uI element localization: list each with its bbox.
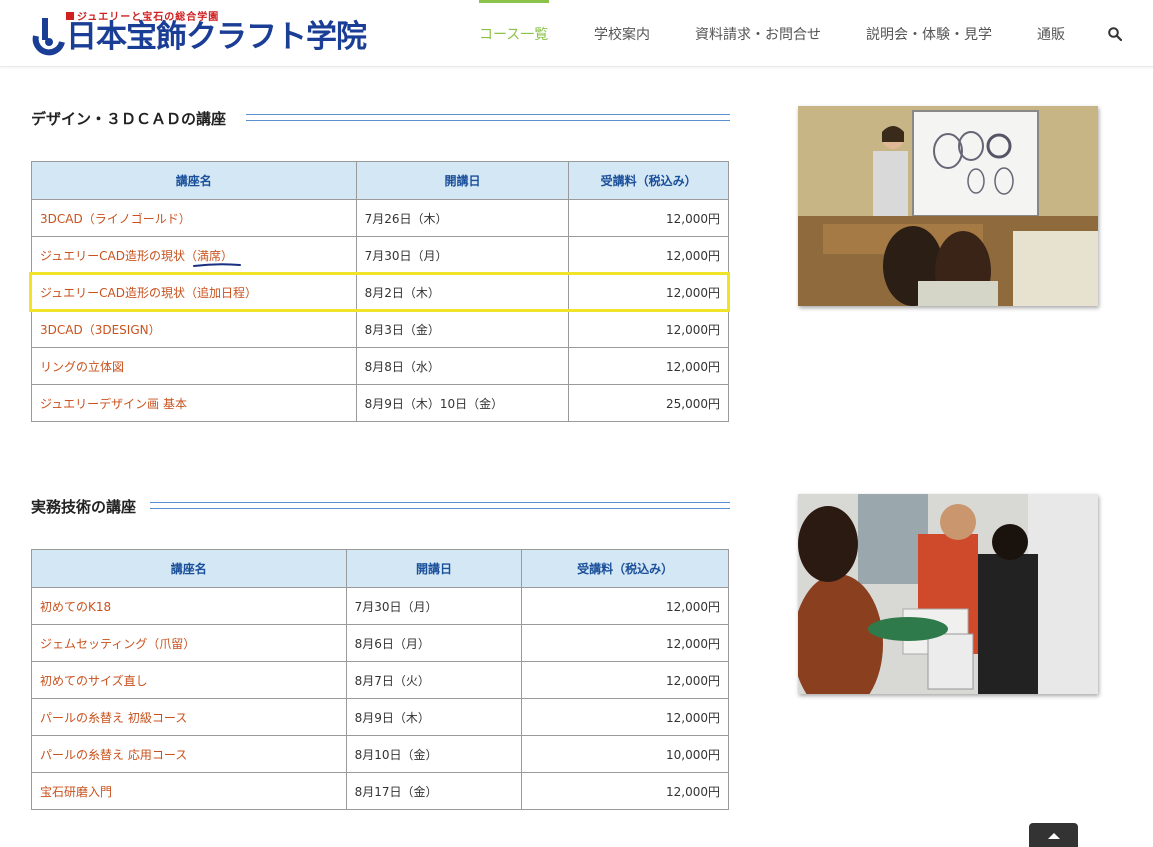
column-header-course-name: 講座名 — [31, 161, 357, 200]
column-header-date: 開講日 — [355, 161, 570, 200]
course-name-link[interactable]: ジェムセッティング（爪留） — [31, 624, 347, 662]
table-row: ジュエリーCAD造形の現状（追加日程） 8月2日（木） 12,000円 — [31, 273, 729, 311]
chevron-up-icon — [1048, 833, 1060, 839]
course-fee: 12,000円 — [521, 624, 729, 662]
course-fee: 12,000円 — [521, 772, 729, 810]
back-to-top-button[interactable] — [1029, 823, 1078, 847]
table-row: リングの立体図 8月8日（水） 12,000円 — [31, 347, 729, 385]
table-row: パールの糸替え 応用コース 8月10日（金） 10,000円 — [31, 735, 729, 773]
column-header-fee: 受講料（税込み） — [568, 161, 729, 200]
nav-item-inquiry[interactable]: 資料請求・お問合せ — [695, 24, 821, 44]
course-date: 8月9日（木）10日（金） — [355, 384, 570, 422]
column-header-date: 開講日 — [345, 549, 523, 588]
table-row: 3DCAD（3DESIGN） 8月3日（金） 12,000円 — [31, 310, 729, 348]
classroom-photo — [798, 106, 1098, 306]
course-fee: 12,000円 — [521, 698, 729, 736]
table-row: 宝石研磨入門 8月17日（金） 12,000円 — [31, 772, 729, 810]
table-row: ジュエリーデザイン画 基本 8月9日（木）10日（金） 25,000円 — [31, 384, 729, 422]
course-date: 7月30日（月） — [355, 236, 570, 274]
course-date: 7月26日（木） — [355, 199, 570, 237]
section-title-rule — [246, 114, 730, 121]
logo-name: 日本宝飾クラフト学院 — [66, 19, 367, 55]
course-name-link[interactable]: 3DCAD（3DESIGN） — [31, 310, 357, 348]
course-table-practical: 講座名 開講日 受講料（税込み） 初めてのK18 7月30日（月） 12,000… — [31, 549, 729, 810]
course-name-link[interactable]: パールの糸替え 応用コース — [31, 735, 347, 773]
course-date: 8月9日（木） — [345, 698, 523, 736]
table-row: ジェムセッティング（爪留） 8月6日（月） 12,000円 — [31, 624, 729, 662]
section-title-practical-skills: 実務技術の講座 — [31, 498, 137, 516]
site-logo[interactable]: ジュエリーと宝石の総合学園 日本宝飾クラフト学院 — [32, 8, 367, 58]
course-fee: 12,000円 — [568, 273, 729, 311]
course-fee: 12,000円 — [568, 199, 729, 237]
section-title-design-3dcad: デザイン・３ＤＣＡＤの講座 — [31, 110, 227, 128]
table-header-row: 講座名 開講日 受講料（税込み） — [31, 161, 729, 200]
nav-item-school-info[interactable]: 学校案内 — [594, 24, 650, 44]
course-date: 8月6日（月） — [345, 624, 523, 662]
table-header-row: 講座名 開講日 受講料（税込み） — [31, 549, 729, 588]
course-fee: 12,000円 — [568, 236, 729, 274]
table-row: パールの糸替え 初級コース 8月9日（木） 12,000円 — [31, 698, 729, 736]
course-date: 8月3日（金） — [355, 310, 570, 348]
course-date: 8月7日（火） — [345, 661, 523, 699]
table-row: 初めてのサイズ直し 8月7日（火） 12,000円 — [31, 661, 729, 699]
course-name-link[interactable]: パールの糸替え 初級コース — [31, 698, 347, 736]
column-header-course-name: 講座名 — [31, 549, 347, 588]
course-fee: 12,000円 — [521, 587, 729, 625]
nav-item-shop[interactable]: 通販 — [1037, 24, 1065, 44]
course-name-link[interactable]: 初めてのK18 — [31, 587, 347, 625]
column-header-fee: 受講料（税込み） — [521, 549, 729, 588]
course-name-link[interactable]: ジュエリーデザイン画 基本 — [31, 384, 357, 422]
course-fee: 25,000円 — [568, 384, 729, 422]
course-date: 8月8日（水） — [355, 347, 570, 385]
course-date: 8月2日（木） — [355, 273, 570, 311]
course-name-link[interactable]: リングの立体図 — [31, 347, 357, 385]
course-name-link[interactable]: 3DCAD（ライノゴールド） — [31, 199, 357, 237]
course-date: 7月30日（月） — [345, 587, 523, 625]
nav-item-course-list[interactable]: コース一覧 — [479, 24, 548, 44]
nav-item-briefing[interactable]: 説明会・体験・見学 — [866, 24, 992, 44]
course-name-link[interactable]: 初めてのサイズ直し — [31, 661, 347, 699]
table-row: 3DCAD（ライノゴールド） 7月26日（木） 12,000円 — [31, 199, 729, 237]
logo-mark-icon — [32, 18, 65, 56]
section-title-rule — [150, 502, 730, 509]
course-fee: 12,000円 — [568, 310, 729, 348]
course-table-design: 講座名 開講日 受講料（税込み） 3DCAD（ライノゴールド） 7月26日（木）… — [31, 161, 729, 422]
workshop-photo — [798, 494, 1098, 694]
table-row: 初めてのK18 7月30日（月） 12,000円 — [31, 587, 729, 625]
table-row: ジュエリーCAD造形の現状（満席） 7月30日（月） 12,000円 — [31, 236, 729, 274]
course-name-link[interactable]: ジュエリーCAD造形の現状（追加日程） — [31, 273, 357, 311]
sold-out-underline-mark — [193, 263, 241, 267]
site-header: ジュエリーと宝石の総合学園 日本宝飾クラフト学院 コース一覧 学校案内 資料請求… — [0, 0, 1153, 67]
course-date: 8月10日（金） — [345, 735, 523, 773]
course-fee: 12,000円 — [521, 661, 729, 699]
course-date: 8月17日（金） — [345, 772, 523, 810]
course-fee: 10,000円 — [521, 735, 729, 773]
course-name-link[interactable]: 宝石研磨入門 — [31, 772, 347, 810]
course-fee: 12,000円 — [568, 347, 729, 385]
nav-active-indicator — [479, 0, 549, 3]
search-icon[interactable] — [1108, 27, 1122, 41]
